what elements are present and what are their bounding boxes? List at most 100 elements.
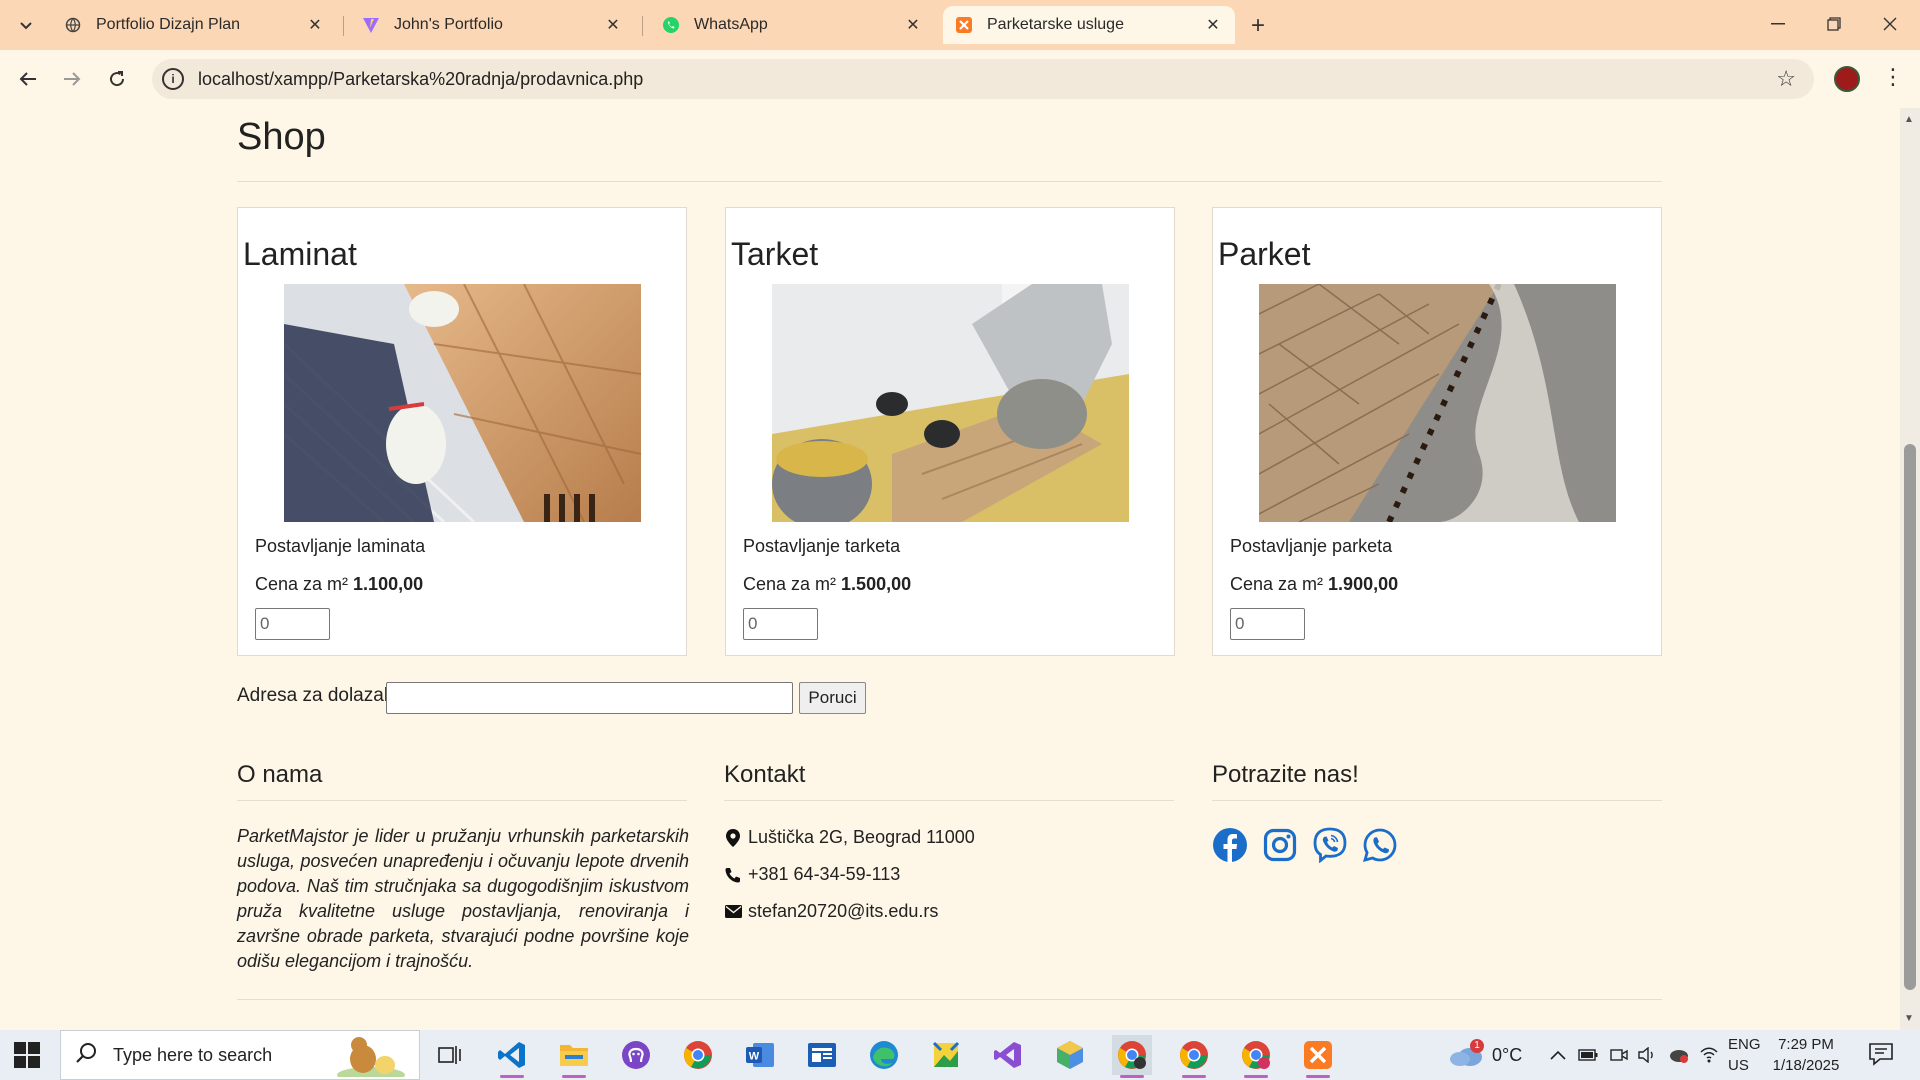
visual-studio-icon[interactable] (988, 1035, 1028, 1075)
restore-button[interactable] (1814, 8, 1854, 40)
package-app-icon[interactable] (1050, 1035, 1090, 1075)
windows-start-icon[interactable] (14, 1042, 40, 1068)
product-image-laminat (284, 284, 641, 522)
arrow-left-icon (19, 72, 36, 86)
svg-text:W: W (749, 1051, 760, 1063)
image-tool-icon[interactable] (926, 1035, 966, 1075)
chrome-icon[interactable] (1174, 1035, 1214, 1078)
whatsapp-icon (662, 16, 680, 34)
social-title: Potrazite nas! (1212, 761, 1359, 788)
product-image-tarket (772, 284, 1129, 522)
product-title: Parket (1218, 236, 1311, 272)
chevron-up-icon (1550, 1050, 1566, 1060)
product-description: Postavljanje tarketa (743, 536, 901, 556)
reload-button[interactable] (101, 63, 133, 95)
price-value: 1.500,00 (841, 574, 912, 594)
chrome-profile-icon[interactable] (1112, 1035, 1152, 1078)
tab-parketarske-usluge[interactable]: Parketarske usluge ✕ (943, 6, 1235, 44)
system-clock[interactable]: 7:29 PM 1/18/2025 (1756, 1034, 1856, 1076)
divider (237, 999, 1662, 1000)
about-text: ParketMajstor je lider u pružanju vrhuns… (237, 826, 689, 971)
site-info-icon[interactable]: i (162, 68, 184, 90)
address-label: Adresa za dolazak (237, 685, 394, 706)
whatsapp-icon[interactable] (1360, 825, 1400, 865)
weather-badge: 1 (1470, 1039, 1484, 1053)
close-window-button[interactable] (1870, 8, 1910, 40)
new-tab-button[interactable]: + (1244, 12, 1272, 40)
minimize-button[interactable] (1758, 8, 1798, 40)
arrow-right-icon (64, 72, 81, 86)
page-title: Shop (237, 116, 326, 158)
tab-whatsapp[interactable]: WhatsApp ✕ (650, 6, 935, 44)
viber-icon[interactable] (1310, 825, 1350, 865)
tab-separator (343, 16, 344, 36)
file-explorer-icon[interactable] (554, 1035, 594, 1078)
url-text[interactable]: localhost/xampp/Parketarska%20radnja/pro… (198, 69, 643, 90)
restore-icon (1827, 17, 1841, 31)
onedrive-icon[interactable] (1666, 1030, 1690, 1080)
xampp-icon (955, 16, 973, 34)
chrome-icon[interactable] (678, 1035, 718, 1075)
contact-address: Luštička 2G, Beograd 11000 (724, 827, 975, 848)
tab-label: WhatsApp (694, 16, 768, 33)
product-card-laminat: Laminat Postavljanje laminata Cena za m²… (237, 207, 687, 656)
windows-taskbar: Type here to search W 1 0°C ENG US 7:29 … (0, 1030, 1920, 1080)
price-label: Cena za m² (255, 574, 354, 594)
browser-menu-icon[interactable]: ⋮ (1882, 64, 1904, 90)
facebook-icon[interactable] (1210, 825, 1250, 865)
price-label: Cena za m² (743, 574, 842, 594)
forward-button[interactable] (56, 63, 88, 95)
show-hidden-icons-button[interactable] (1550, 1030, 1566, 1080)
close-icon[interactable]: ✕ (1203, 15, 1223, 35)
tab-separator (642, 16, 643, 36)
taskbar-search-input[interactable]: Type here to search (60, 1030, 420, 1080)
quantity-input-laminat[interactable] (255, 608, 330, 640)
notifications-icon[interactable] (1868, 1042, 1894, 1068)
task-view-icon[interactable] (430, 1035, 470, 1075)
contact-email: stefan20720@its.edu.rs (724, 901, 938, 922)
close-icon[interactable]: ✕ (305, 15, 325, 35)
battery-icon[interactable] (1578, 1030, 1598, 1080)
news-app-icon[interactable] (802, 1035, 842, 1075)
profile-avatar[interactable] (1834, 66, 1860, 92)
word-icon[interactable]: W (740, 1035, 780, 1075)
back-button[interactable] (12, 63, 44, 95)
product-description: Postavljanje laminata (255, 536, 426, 556)
bookmark-star-icon[interactable]: ☆ (1776, 66, 1796, 92)
scroll-up-arrow-icon[interactable]: ▲ (1904, 114, 1914, 125)
xampp-icon[interactable] (1298, 1035, 1338, 1078)
chrome-profile-icon[interactable] (1236, 1035, 1276, 1078)
product-title: Laminat (243, 236, 357, 272)
tab-portfolio-dizajn-plan[interactable]: Portfolio Dizajn Plan ✕ (52, 6, 337, 44)
tab-search-button[interactable] (12, 12, 40, 40)
product-title: Tarket (731, 236, 819, 272)
cloud-icon: 1 (1448, 1039, 1484, 1067)
instagram-icon[interactable] (1260, 825, 1300, 865)
scroll-down-arrow-icon[interactable]: ▼ (1904, 1013, 1914, 1024)
quantity-input-tarket[interactable] (743, 608, 818, 640)
product-image-parket (1259, 284, 1616, 522)
scroll-thumb[interactable] (1904, 444, 1916, 990)
quantity-input-parket[interactable] (1230, 608, 1305, 640)
divider (237, 800, 687, 801)
search-placeholder: Type here to search (113, 1044, 273, 1065)
tab-johns-portfolio[interactable]: John's Portfolio ✕ (350, 6, 635, 44)
close-icon[interactable]: ✕ (603, 15, 623, 35)
phone-icon (724, 867, 742, 883)
address-bar[interactable]: i localhost/xampp/Parketarska%20radnja/p… (152, 59, 1814, 99)
clock-time: 7:29 PM (1778, 1036, 1834, 1053)
vscode-icon[interactable] (492, 1035, 532, 1078)
github-desktop-icon[interactable] (616, 1035, 656, 1075)
address-input[interactable] (386, 682, 793, 714)
speaker-icon[interactable] (1638, 1030, 1656, 1080)
page-scrollbar[interactable]: ▲ ▼ (1900, 108, 1920, 1030)
edge-icon[interactable] (864, 1035, 904, 1075)
camera-icon[interactable] (1610, 1030, 1628, 1080)
browser-toolbar: i localhost/xampp/Parketarska%20radnja/p… (0, 50, 1920, 108)
close-icon[interactable]: ✕ (903, 15, 923, 35)
product-card-parket: Parket Postavljanje parketa Cena za m² 1… (1212, 207, 1662, 656)
order-button[interactable]: Poruci (799, 682, 866, 714)
weather-widget[interactable]: 1 0°C (1448, 1030, 1522, 1080)
globe-icon (64, 16, 82, 34)
wifi-icon[interactable] (1700, 1030, 1718, 1080)
